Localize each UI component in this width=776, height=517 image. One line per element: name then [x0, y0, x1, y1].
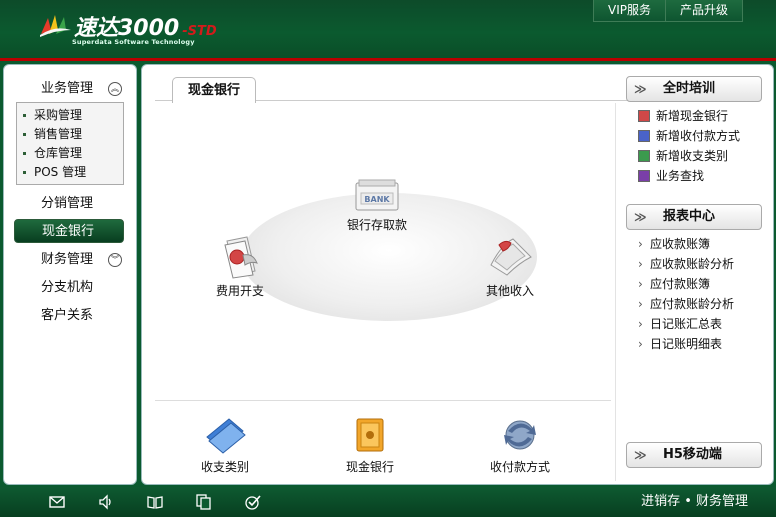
report-journal-detail[interactable]: › 日记账明细表 — [638, 334, 722, 354]
report-receivable-aging[interactable]: › 应收款账龄分析 — [638, 254, 734, 274]
sidebar-group-business[interactable]: 业务管理 ︽ — [4, 77, 138, 101]
vip-service-link[interactable]: VIP服务 — [592, 0, 666, 22]
shortcut-label: 收付款方式 — [489, 460, 550, 474]
sidebar-item-branches[interactable]: 分支机构 — [4, 276, 138, 300]
book-open-icon[interactable] — [147, 494, 163, 510]
speaker-icon[interactable] — [98, 494, 114, 510]
shortcut-label: 收支类别 — [200, 460, 249, 474]
main-panel: 现金银行 BANK 银行存取款 费用开支 其他收入 收支类别 现金银行 收付款方… — [141, 64, 774, 485]
chevron-right-icon: › — [638, 317, 643, 331]
chevron-right-icon: › — [638, 277, 643, 291]
reports-title: 报表中心 — [663, 209, 716, 224]
report-payable-ledger[interactable]: › 应付款账簿 — [638, 274, 710, 294]
svg-text:BANK: BANK — [364, 195, 390, 204]
shortcut-label: 现金银行 — [345, 460, 394, 474]
report-receivable-ledger[interactable]: › 应收款账簿 — [638, 234, 710, 254]
chevron-right-icon: › — [638, 337, 643, 351]
sidebar-item-crm[interactable]: 客户关系 — [4, 304, 138, 328]
book-icon — [638, 130, 650, 142]
app-logo: 速达3000 -STD Superdata Software Technology — [38, 8, 238, 48]
node-bank-transfer[interactable]: BANK 银行存取款 — [332, 179, 422, 233]
node-income[interactable]: 其他收入 — [472, 235, 548, 299]
logo-edition: -STD — [182, 24, 217, 39]
training-header[interactable]: ≫ 全时培训 — [626, 76, 762, 102]
folder-icon — [206, 418, 246, 454]
double-chevron-icon: ≫ — [634, 82, 647, 96]
link-new-payment-method[interactable]: 新增收付款方式 — [638, 126, 740, 146]
bottom-divider — [155, 400, 611, 401]
expense-icon — [224, 236, 258, 279]
copy-icon[interactable] — [196, 494, 212, 510]
shortcut-payment-method[interactable]: 收付款方式 — [478, 415, 562, 475]
safe-icon — [356, 418, 384, 452]
check-circle-icon[interactable] — [245, 494, 261, 510]
sidebar: 业务管理 ︽ 采购管理 销售管理 仓库管理 POS 管理 分销管理 现金银行 财… — [3, 64, 137, 485]
shortcut-cash-bank[interactable]: 现金银行 — [330, 415, 410, 475]
app-footer: 进销存 • 财务管理 — [0, 487, 776, 517]
chevron-right-icon: › — [638, 257, 643, 271]
expand-chevron-icon[interactable]: ︾ — [108, 253, 122, 267]
chevron-right-icon: › — [638, 297, 643, 311]
bank-icon: BANK — [355, 179, 399, 211]
income-icon — [490, 238, 532, 276]
training-title: 全时培训 — [663, 81, 716, 96]
sidebar-item-cash-bank[interactable]: 现金银行 — [14, 219, 124, 243]
logo-subtitle: Superdata Software Technology — [72, 38, 195, 46]
product-upgrade-link[interactable]: 产品升级 — [665, 0, 743, 22]
submenu-item-sales[interactable]: 销售管理 — [17, 125, 123, 144]
collapse-chevron-icon[interactable]: ︽ — [108, 82, 122, 96]
mail-icon[interactable] — [49, 494, 65, 510]
book-icon — [638, 170, 650, 182]
book-icon — [638, 150, 650, 162]
logo-icon — [40, 15, 71, 37]
mobile-title: H5移动端 — [663, 447, 722, 462]
exchange-icon — [504, 420, 536, 450]
submenu-item-pos[interactable]: POS 管理 — [17, 163, 123, 182]
reports-header[interactable]: ≫ 报表中心 — [626, 204, 762, 230]
top-nav: VIP服务 产品升级 — [592, 0, 743, 22]
book-icon — [638, 110, 650, 122]
node-expense-label: 费用开支 — [215, 284, 264, 298]
sidebar-item-finance[interactable]: 财务管理 ︾ — [4, 248, 138, 272]
business-submenu: 采购管理 销售管理 仓库管理 POS 管理 — [16, 102, 124, 185]
tab-cash-bank[interactable]: 现金银行 — [172, 77, 256, 103]
report-journal-summary[interactable]: › 日记账汇总表 — [638, 314, 722, 334]
link-business-search[interactable]: 业务查找 — [638, 166, 704, 186]
submenu-item-purchase[interactable]: 采购管理 — [17, 106, 123, 125]
app-frame: 业务管理 ︽ 采购管理 销售管理 仓库管理 POS 管理 分销管理 现金银行 财… — [0, 61, 776, 487]
column-divider — [615, 103, 616, 481]
node-income-label: 其他收入 — [485, 284, 534, 298]
double-chevron-icon: ≫ — [634, 448, 647, 462]
link-new-cash-bank[interactable]: 新增现金银行 — [638, 106, 728, 126]
node-bank-label: 银行存取款 — [346, 218, 407, 232]
submenu-item-warehouse[interactable]: 仓库管理 — [17, 144, 123, 163]
double-chevron-icon: ≫ — [634, 210, 647, 224]
sidebar-group-label: 业务管理 — [41, 81, 94, 96]
sidebar-item-label: 财务管理 — [41, 252, 94, 267]
node-expense[interactable]: 费用开支 — [202, 235, 278, 299]
footer-product-label: 进销存 • 财务管理 — [641, 494, 748, 509]
mobile-header[interactable]: ≫ H5移动端 — [626, 442, 762, 468]
report-payable-aging[interactable]: › 应付款账龄分析 — [638, 294, 734, 314]
chevron-right-icon: › — [638, 237, 643, 251]
app-header: 速达3000 -STD Superdata Software Technology… — [0, 0, 776, 60]
link-new-category[interactable]: 新增收支类别 — [638, 146, 728, 166]
shortcut-income-expense-category[interactable]: 收支类别 — [188, 415, 262, 475]
sidebar-item-distribution[interactable]: 分销管理 — [4, 192, 138, 216]
